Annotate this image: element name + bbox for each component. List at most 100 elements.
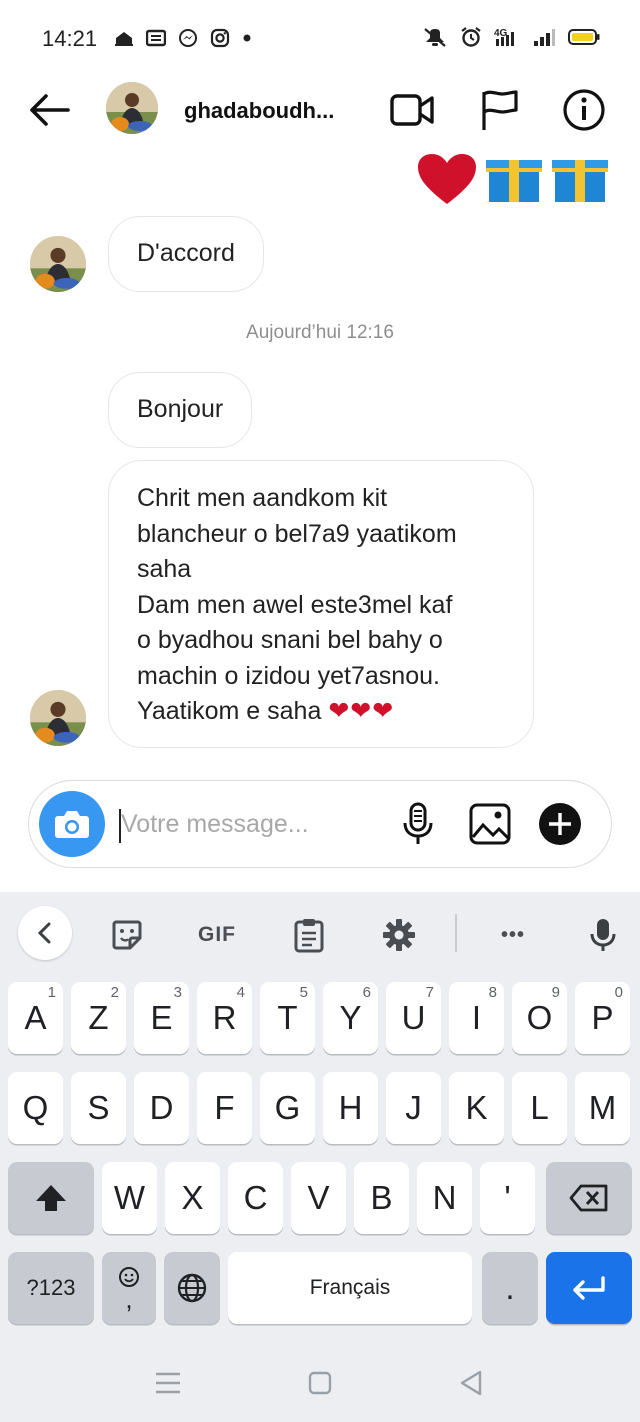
- sticker-button[interactable]: [100, 908, 154, 962]
- key-x[interactable]: X: [165, 1162, 220, 1234]
- clipboard-icon: [294, 919, 324, 953]
- key-b[interactable]: B: [354, 1162, 409, 1234]
- message-line: saha: [137, 555, 192, 583]
- key-label: Z: [88, 999, 109, 1036]
- language-key[interactable]: [164, 1252, 220, 1324]
- key-label: P: [591, 999, 614, 1036]
- key-p[interactable]: P0: [575, 982, 630, 1054]
- key-label: E: [150, 999, 173, 1036]
- key-c[interactable]: C: [228, 1162, 283, 1234]
- key-n[interactable]: N: [417, 1162, 472, 1234]
- backspace-key[interactable]: [546, 1162, 632, 1234]
- gif-button[interactable]: GIF: [190, 908, 244, 962]
- key-v[interactable]: V: [291, 1162, 346, 1234]
- home-icon: [115, 32, 133, 46]
- key-label: I: [471, 999, 482, 1036]
- back-nav-button[interactable]: [450, 1368, 490, 1398]
- key-l[interactable]: L: [512, 1072, 567, 1144]
- camera-button[interactable]: [39, 791, 105, 857]
- status-right-icons: 4G: [422, 26, 600, 48]
- message-bubble[interactable]: D'accord: [108, 216, 264, 292]
- chat-header: ghadaboudh...: [0, 78, 640, 144]
- message-line-text: Yaatikom e saha: [137, 697, 322, 725]
- more-options-button[interactable]: [537, 801, 583, 847]
- clipboard-button[interactable]: [282, 908, 336, 962]
- key-m[interactable]: M: [575, 1072, 630, 1144]
- enter-key[interactable]: [546, 1252, 632, 1324]
- back-button[interactable]: [26, 88, 76, 132]
- key-r[interactable]: R4: [197, 982, 252, 1054]
- dot-icon: [243, 34, 251, 42]
- key-apostrophe[interactable]: ': [480, 1162, 535, 1234]
- period-key[interactable]: .: [482, 1252, 538, 1324]
- gear-icon: [383, 919, 415, 951]
- signal-icon: [534, 29, 555, 46]
- avatar[interactable]: [106, 82, 158, 134]
- microphone-icon: [590, 919, 616, 951]
- voice-typing-button[interactable]: [576, 908, 630, 962]
- key-o[interactable]: O9: [512, 982, 567, 1054]
- key-d[interactable]: D: [134, 1072, 189, 1144]
- flag-icon: [482, 90, 518, 130]
- message-input[interactable]: [121, 801, 371, 847]
- sticker-icon: [112, 920, 142, 950]
- contact-username[interactable]: ghadaboudh...: [184, 98, 334, 124]
- key-g[interactable]: G: [260, 1072, 315, 1144]
- key-u[interactable]: U7: [386, 982, 441, 1054]
- keyboard-collapse-button[interactable]: [18, 906, 72, 960]
- plus-circle-icon: [539, 803, 581, 845]
- message-line: o byadhou snani bel bahy o: [137, 626, 443, 654]
- key-hint: 4: [236, 984, 245, 1001]
- key-z[interactable]: Z2: [71, 982, 126, 1054]
- status-bar: 14:21 4G: [0, 0, 640, 78]
- alarm-icon: [461, 27, 481, 47]
- sender-avatar[interactable]: [30, 236, 86, 292]
- key-k[interactable]: K: [449, 1072, 504, 1144]
- key-i[interactable]: I8: [449, 982, 504, 1054]
- gallery-button[interactable]: [467, 801, 513, 847]
- svg-text:4G: 4G: [494, 28, 508, 39]
- emoji-comma-key[interactable]: ,: [102, 1252, 156, 1324]
- news-icon: [146, 29, 166, 47]
- key-hint: 6: [362, 984, 371, 1001]
- info-button[interactable]: [560, 86, 608, 134]
- toolbar-divider: [455, 914, 457, 952]
- shift-key[interactable]: [8, 1162, 94, 1234]
- key-hint: 1: [47, 984, 56, 1001]
- menu-nav-button[interactable]: [148, 1368, 188, 1398]
- key-a[interactable]: A1: [8, 982, 63, 1054]
- key-y[interactable]: Y6: [323, 982, 378, 1054]
- red-heart-icon: [418, 154, 476, 204]
- settings-button[interactable]: [372, 908, 426, 962]
- key-j[interactable]: J: [386, 1072, 441, 1144]
- key-s[interactable]: S: [71, 1072, 126, 1144]
- home-nav-button[interactable]: [300, 1368, 340, 1398]
- message-thread[interactable]: D'accord Aujourd’hui 12:16 Bonjour Chrit…: [0, 144, 640, 774]
- key-t[interactable]: T5: [260, 982, 315, 1054]
- arrow-left-icon: [30, 94, 70, 126]
- symbols-key[interactable]: ?123: [8, 1252, 94, 1324]
- key-h[interactable]: H: [323, 1072, 378, 1144]
- sender-avatar[interactable]: [30, 690, 86, 746]
- message-bubble[interactable]: Bonjour: [108, 372, 253, 448]
- key-f[interactable]: F: [197, 1072, 252, 1144]
- key-q[interactable]: Q: [8, 1072, 63, 1144]
- key-e[interactable]: E3: [134, 982, 189, 1054]
- sent-emoji-row: [416, 152, 610, 206]
- message-text: Bonjour: [137, 395, 224, 423]
- video-call-button[interactable]: [388, 86, 436, 134]
- battery-icon: [568, 29, 600, 45]
- key-w[interactable]: W: [102, 1162, 157, 1234]
- key-label: U: [401, 999, 426, 1036]
- chevron-left-icon: [37, 922, 51, 944]
- space-key[interactable]: Français: [228, 1252, 472, 1324]
- message-bubble[interactable]: Chrit men aandkom kit blancheur o bel7a9…: [108, 460, 534, 748]
- more-tools-button[interactable]: •••: [486, 908, 540, 962]
- status-left-icons: [114, 28, 252, 48]
- status-time: 14:21: [42, 26, 98, 51]
- square-home-icon: [308, 1371, 332, 1395]
- keyboard-toolbar: GIF •••: [0, 892, 640, 974]
- report-button[interactable]: [476, 86, 524, 134]
- key-label: T: [277, 999, 298, 1036]
- voice-message-button[interactable]: [395, 801, 441, 847]
